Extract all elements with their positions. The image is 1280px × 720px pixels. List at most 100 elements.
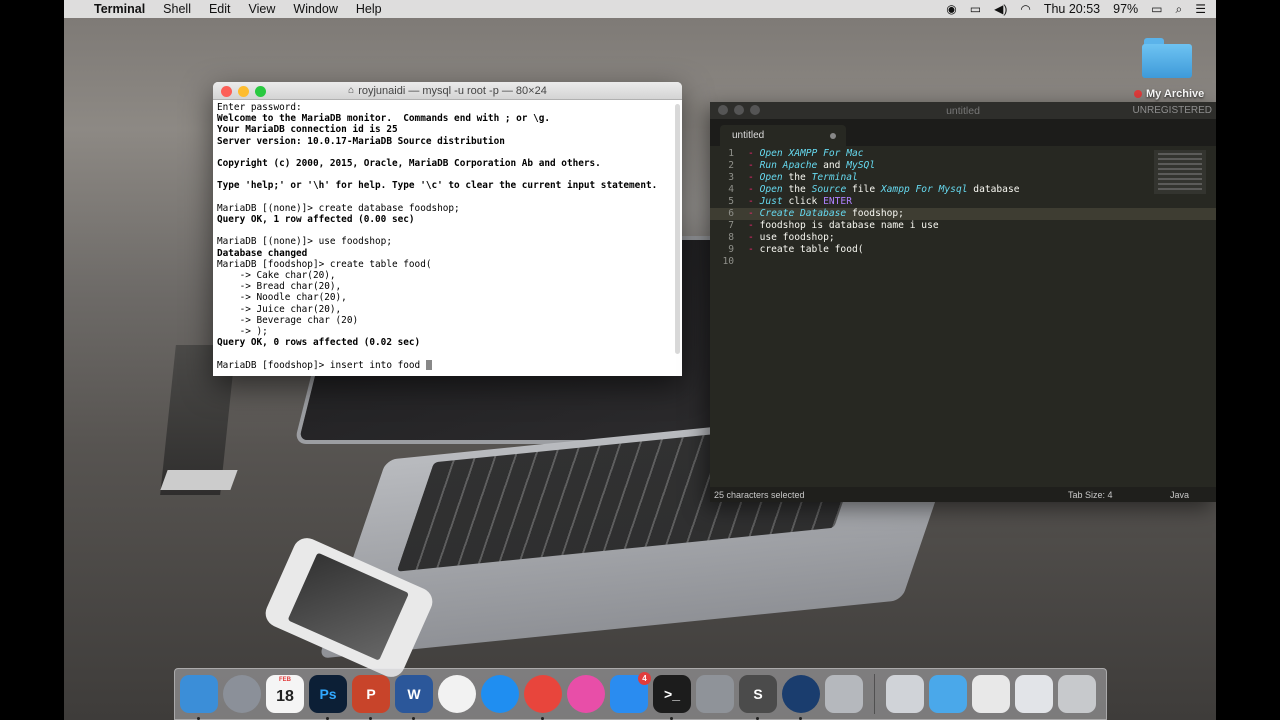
desktop-folder-label[interactable]: My Archive [1134,88,1204,100]
code-token: Open [759,184,783,195]
code-line[interactable]: 2- Run Apache and MySQl [710,160,1216,172]
menu-view[interactable]: View [249,2,276,16]
terminal-line: -> Cake char(20), [217,270,336,282]
document-stack-1-icon[interactable] [972,675,1010,713]
code-token: - [748,244,760,255]
code-token: Open [759,172,783,183]
zoom-button[interactable] [255,86,266,97]
menu-window[interactable]: Window [293,2,337,16]
chrome-icon[interactable] [524,675,562,720]
menu-shell[interactable]: Shell [163,2,191,16]
sublime-title-bar[interactable]: untitled UNREGISTERED [710,102,1216,119]
menu-app-name[interactable]: Terminal [94,2,145,16]
spotlight-search-icon[interactable]: ⌕ [1176,2,1183,17]
app-store-icon[interactable]: 4 [610,672,651,713]
finder-icon[interactable] [180,675,218,720]
code-token: Create Database [759,208,847,219]
code-token: - [748,148,760,159]
battery-icon[interactable]: ▭ [1151,2,1162,16]
terminal-line: MariaDB [(none)]> use foodshop; [217,236,392,248]
minimap[interactable] [1154,150,1206,194]
syntax-selector[interactable]: Java [1170,490,1189,500]
unregistered-label: UNREGISTERED [1132,105,1212,116]
code-token: MySQl [846,160,876,171]
terminal-line: MariaDB [(none)]> create database foodsh… [217,202,460,214]
code-token: Xampp For Mysql [880,184,968,195]
close-button[interactable] [221,86,232,97]
airplay-icon[interactable]: ▭ [970,2,981,16]
word-icon[interactable]: W [395,675,433,720]
minimize-button[interactable] [238,86,249,97]
system-preferences-icon[interactable] [696,675,734,713]
code-token: foodshop is database name i use [759,220,939,231]
terminal-title-bar[interactable]: ⌂ royjunaidi — mysql -u root -p — 80×24 [213,82,682,100]
terminal-title: royjunaidi — mysql -u root -p — 80×24 [358,84,547,97]
powerpoint-icon-label: P [366,686,376,702]
code-line[interactable]: 6- Create Database foodshop; [710,208,1216,220]
disk-utility-icon[interactable] [825,675,863,713]
tab-label: untitled [732,130,765,141]
powerpoint-icon[interactable]: P [352,675,390,720]
folder-icon[interactable] [929,675,967,713]
code-line[interactable]: 1- Open XAMPP For Mac [710,148,1216,160]
code-token: the [782,184,812,195]
sublime-text-icon[interactable]: S [739,675,777,720]
launchpad-icon[interactable] [223,675,261,713]
terminal-line: Copyright (c) 2000, 2015, Oracle, MariaD… [217,158,601,170]
photoshop-icon[interactable]: Ps [309,675,347,720]
tab-untitled[interactable]: untitled [720,125,846,146]
code-text: - Open the Source file Xampp For Mysql d… [734,184,1020,196]
document-stack-2-icon[interactable] [1015,675,1053,713]
desktop-folder-icon[interactable] [1142,38,1194,78]
code-line[interactable]: 4- Open the Source file Xampp For Mysql … [710,184,1216,196]
code-line[interactable]: 5- Just click ENTER [710,196,1216,208]
calendar-icon[interactable]: FEB 18 [266,675,304,713]
terminal-prompt-text: MariaDB [foodshop]> insert into food [217,359,426,371]
line-number: 4 [728,184,734,195]
quicktime-icon[interactable] [782,675,820,720]
unsaved-dot-icon[interactable] [830,133,836,139]
photoshop-icon-label: Ps [319,686,337,702]
volume-icon[interactable]: ◀) [994,2,1007,16]
wifi-icon[interactable]: ◠ [1020,2,1030,16]
line-number: 3 [728,172,734,183]
code-text: - Run Apache and MySQl [734,160,875,172]
line-number: 9 [728,244,734,255]
terminal-scrollbar[interactable] [675,104,680,354]
code-token: - [748,208,760,219]
code-token: the [782,172,812,183]
terminal-output[interactable]: Enter password: Welcome to the MariaDB mo… [213,100,682,376]
record-icon[interactable]: ◉ [946,2,956,16]
photos-icon[interactable] [438,675,476,713]
code-line[interactable]: 10 [710,256,1216,268]
terminal-line: Server version: 10.0.17-MariaDB Source d… [217,135,505,147]
itunes-icon[interactable] [567,675,605,713]
code-line[interactable]: 8- use foodshop; [710,232,1216,244]
clock[interactable]: Thu 20:53 [1044,2,1100,16]
code-token: XAMPP For Mac [788,148,864,159]
notification-center-icon[interactable]: ☰ [1195,2,1206,16]
tab-size-selector[interactable]: Tab Size: 4 [1068,490,1113,500]
menu-edit[interactable]: Edit [209,2,231,16]
code-line[interactable]: 3- Open the Terminal [710,172,1216,184]
battery-percent[interactable]: 97% [1113,2,1138,16]
trash-icon[interactable] [1058,675,1096,713]
code-token: - [748,160,760,171]
code-editor[interactable]: 1- Open XAMPP For Mac 2- Run Apache and M… [710,146,1216,490]
code-line[interactable]: 7- foodshop is database name i use [710,220,1216,232]
sublime-tab-bar: untitled [710,119,1216,146]
preview-icon[interactable] [886,675,924,713]
wallpaper-stand-base [160,470,238,490]
code-line[interactable]: 9- create table food( [710,244,1216,256]
terminal-line: MariaDB [foodshop]> create table food( [217,258,432,270]
terminal-icon[interactable]: >_ [653,675,691,720]
code-text: - create table food( [734,244,864,256]
safari-icon[interactable] [481,675,519,713]
selection-status: 25 characters selected [714,489,805,500]
menu-help[interactable]: Help [356,2,382,16]
terminal-prompt-line[interactable]: MariaDB [foodshop]> insert into food [217,360,678,371]
code-token: file [846,184,881,195]
home-folder-icon: ⌂ [348,85,355,96]
line-number: 7 [728,220,734,231]
